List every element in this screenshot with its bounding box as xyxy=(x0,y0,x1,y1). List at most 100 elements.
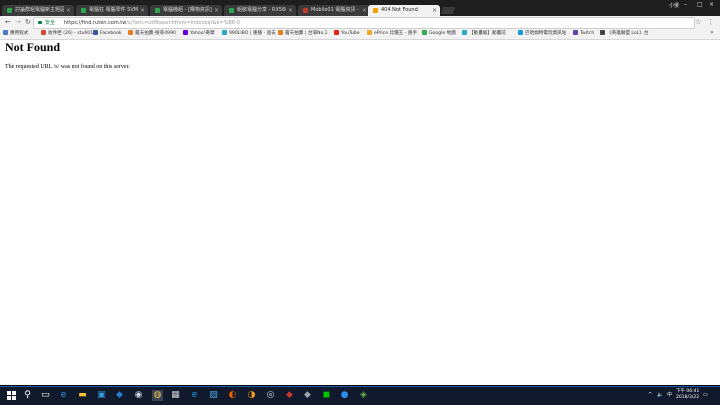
obs-icon[interactable]: ◎ xyxy=(265,390,276,401)
bookmark-youtube[interactable]: YouTube xyxy=(334,30,360,38)
back-arrow-icon[interactable]: ← xyxy=(5,18,11,27)
bookmark-label: 【動畫瘋】動畫前 xyxy=(469,31,506,36)
bookmark-label: Yahoo!奇摩 xyxy=(190,31,215,36)
tab-favicon xyxy=(303,8,308,13)
bookmark-label: Twitch xyxy=(580,31,595,36)
bookmark-yahoo[interactable]: Yahoo!奇摩 xyxy=(183,30,215,38)
bookmark-ruten[interactable]: 露天拍賣 | 台灣No.1 xyxy=(278,30,328,38)
edge-icon[interactable]: e xyxy=(58,390,69,401)
url-main: https://find.ruten.com.tw xyxy=(64,20,127,26)
anime-icon xyxy=(462,30,467,35)
tab-5[interactable]: Mobile01 電腦資訊 - 小 × xyxy=(298,5,370,16)
bookmark-twitch[interactable]: Twitch xyxy=(573,30,594,38)
user-profile-label[interactable]: 小僂 xyxy=(669,2,679,9)
tab-favicon xyxy=(155,8,160,13)
tab-title: Mobile01 電腦資訊 - 小 xyxy=(311,7,360,13)
calculator-icon[interactable]: ▦ xyxy=(170,390,181,401)
yahoo-icon xyxy=(183,30,188,35)
bookmark-990libo[interactable]: 990LIBO | 重播 - 過去 xyxy=(222,30,276,38)
minimize-button[interactable]: – xyxy=(684,1,687,8)
tab-3[interactable]: 電腦機組 - [購物資訊] 小 × xyxy=(150,5,222,16)
windows-start-icon[interactable] xyxy=(7,391,16,400)
bookmarks-bar: 應用程式 收件匣 (26) - stu6012 Facebook 露天拍賣-搜尋… xyxy=(0,29,720,40)
bookmark-label: 收件匣 (26) - stu6012 xyxy=(48,31,97,36)
tab-close-icon[interactable]: × xyxy=(140,5,145,16)
tab-close-icon[interactable]: × xyxy=(288,5,293,16)
tab-close-icon[interactable]: × xyxy=(214,5,219,16)
app-icon-grey[interactable]: ◆ xyxy=(302,390,313,401)
bookmark-label: 應用程式 xyxy=(10,31,29,36)
bookmark-label: Facebook xyxy=(100,31,122,36)
clock-date[interactable]: 2018/3/22 xyxy=(676,395,699,401)
bookmark-eprice[interactable]: ePrice 比價王 - 買手 xyxy=(367,30,417,38)
tab-2[interactable]: 電腦狂 電腦零件 SVM 小 × xyxy=(76,5,148,16)
tab-favicon xyxy=(81,8,86,13)
close-window-button[interactable]: × xyxy=(709,1,714,8)
tab-title: 組裝電腦分享 - RX560 小 xyxy=(237,7,286,13)
bookmark-star-icon[interactable]: ☆ xyxy=(695,18,701,27)
windows-taskbar: ⚲ ▭ e ▬ ▣ ◆ ◉ ◍ ▦ e ▨ ◐ ◑ ◎ ◆ ◆ ◼ ● ◈ ^ 🔈 中 下午 06:41 2018/… xyxy=(0,386,720,405)
ruten-icon xyxy=(128,30,133,35)
forward-arrow-icon[interactable]: → xyxy=(15,18,21,27)
reload-icon[interactable]: ↻ xyxy=(25,18,31,27)
more-bookmarks-icon[interactable]: » xyxy=(710,29,714,36)
app-icon-red[interactable]: ◆ xyxy=(284,390,295,401)
bookmark-lol[interactable]: 《英雄聯盟 LoL》台 xyxy=(600,30,648,38)
photos-icon[interactable]: ▨ xyxy=(208,390,219,401)
task-view-icon[interactable]: ▭ xyxy=(40,390,51,401)
tab-4[interactable]: 組裝電腦分享 - RX560 小 × xyxy=(224,5,296,16)
secure-label: 安全 xyxy=(45,20,56,26)
bookmark-gamer[interactable]: 巴哈姆特電玩資訊站 xyxy=(518,30,566,38)
tab-favicon xyxy=(7,8,12,13)
ime-indicator[interactable]: 中 xyxy=(667,392,672,398)
page-content: Not Found The requested URL /s/ was not … xyxy=(0,40,720,385)
notifications-icon[interactable]: ▭ xyxy=(703,392,708,398)
bookmark-google-maps[interactable]: Google 地圖 xyxy=(422,30,456,38)
tab-close-icon[interactable]: × xyxy=(362,5,367,16)
maps-icon xyxy=(422,30,427,35)
maximize-button[interactable]: □ xyxy=(697,1,703,8)
app-icon-orange[interactable]: ◑ xyxy=(246,390,257,401)
bookmark-facebook[interactable]: Facebook xyxy=(93,30,122,38)
url-text[interactable]: https://find.ruten.com.tw/s/?enc=utf8sea… xyxy=(64,18,240,28)
ie-icon[interactable]: e xyxy=(189,390,200,401)
steam-icon[interactable]: ◉ xyxy=(133,390,144,401)
url-rest: /s/?enc=utf8searchfrom=indexbar&k=%B8-0 xyxy=(126,20,240,26)
bookmark-anime[interactable]: 【動畫瘋】動畫前 xyxy=(462,30,506,38)
bookmark-label: 露天拍賣-搜尋4990 xyxy=(135,31,176,36)
tab-title: 電腦機組 - [購物資訊] 小 xyxy=(163,7,212,13)
line-icon[interactable]: ◼ xyxy=(321,390,332,401)
tray-chevron-icon[interactable]: ^ xyxy=(648,392,652,398)
app-icon-green[interactable]: ◈ xyxy=(358,390,369,401)
bookmark-label: 露天拍賣 | 台灣No.1 xyxy=(285,31,328,36)
tab-title: 討論群組電腦新主題區 小 xyxy=(15,7,64,13)
store-icon[interactable]: ▣ xyxy=(96,390,107,401)
tab-close-icon[interactable]: × xyxy=(432,5,437,16)
search-icon[interactable]: ⚲ xyxy=(22,390,33,401)
chrome-icon[interactable]: ◍ xyxy=(152,390,163,401)
file-explorer-icon[interactable]: ▬ xyxy=(77,390,88,401)
app-icon-blue-2[interactable]: ● xyxy=(339,390,350,401)
bookmark-gmail[interactable]: 收件匣 (26) - stu6012 xyxy=(41,30,96,38)
tab-6-active[interactable]: 404 Not Found × xyxy=(368,5,440,16)
firefox-icon[interactable]: ◐ xyxy=(227,390,238,401)
bookmark-label: 巴哈姆特電玩資訊站 xyxy=(525,31,567,36)
app-icon-blue[interactable]: ◆ xyxy=(114,390,125,401)
facebook-icon xyxy=(93,30,98,35)
new-tab-button[interactable] xyxy=(440,7,456,14)
tab-close-icon[interactable]: × xyxy=(66,5,71,16)
page-heading: Not Found xyxy=(5,40,61,54)
volume-icon[interactable]: 🔈 xyxy=(657,392,663,398)
apps-grid-icon xyxy=(3,30,8,35)
bookmark-label: ePrice 比價王 - 買手 xyxy=(374,31,418,36)
bookmark-apps[interactable]: 應用程式 xyxy=(3,30,28,38)
tab-favicon xyxy=(373,8,378,13)
tab-1[interactable]: 討論群組電腦新主題區 小 × xyxy=(2,5,74,16)
tab-title: 電腦狂 電腦零件 SVM 小 xyxy=(89,7,138,13)
bookmark-ruten-search[interactable]: 露天拍賣-搜尋4990 xyxy=(128,30,176,38)
browser-menu-icon[interactable]: ⋮ xyxy=(707,18,714,27)
tab-strip: 討論群組電腦新主題區 小 × 電腦狂 電腦零件 SVM 小 × 電腦機組 - [… xyxy=(0,0,720,16)
address-bar[interactable]: 安全 https://find.ruten.com.tw/s/?enc=utf8… xyxy=(33,17,695,29)
twitch-icon xyxy=(573,30,578,35)
eprice-icon xyxy=(367,30,372,35)
